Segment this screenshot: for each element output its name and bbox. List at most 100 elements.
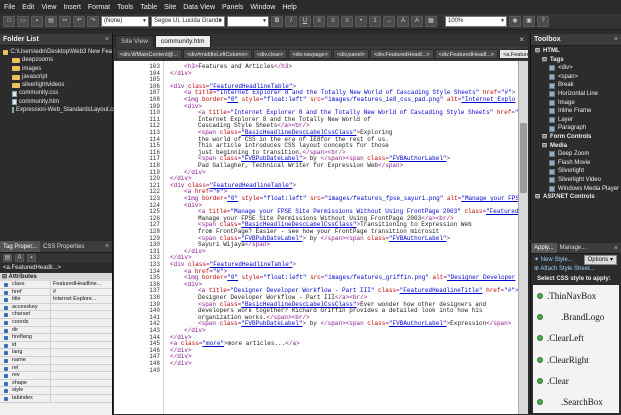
toolbox-item[interactable]: Paragraph bbox=[531, 124, 621, 133]
breadcrumb-item[interactable]: <div.WMainContent@... bbox=[116, 49, 182, 59]
breadcrumb-item[interactable]: <div#middleLeftColumn> bbox=[182, 49, 252, 59]
tab-manage-styles[interactable]: Manage... bbox=[557, 243, 590, 253]
property-row[interactable]: rel bbox=[0, 364, 112, 373]
close-icon[interactable]: × bbox=[614, 243, 618, 253]
align-right-icon[interactable]: ≡ bbox=[341, 16, 353, 27]
toolbox-item[interactable]: Silverlight bbox=[531, 167, 621, 176]
property-value[interactable]: # bbox=[50, 288, 112, 296]
new-icon[interactable]: □ bbox=[3, 16, 15, 27]
property-value[interactable] bbox=[50, 349, 112, 356]
toolbox-item[interactable]: Break bbox=[531, 81, 621, 90]
breadcrumb-item[interactable]: <div.panel> bbox=[332, 49, 369, 59]
bullets-icon[interactable]: • bbox=[355, 16, 367, 27]
folder-item[interactable]: images bbox=[3, 65, 112, 73]
menu-item-help[interactable]: Help bbox=[282, 4, 296, 11]
categorized-icon[interactable]: ▤ bbox=[3, 254, 12, 262]
menu-item-file[interactable]: File bbox=[4, 4, 15, 11]
property-value[interactable] bbox=[50, 318, 112, 326]
alphabetical-icon[interactable]: A bbox=[15, 254, 24, 262]
toolbox-item[interactable]: <span> bbox=[531, 73, 621, 82]
property-row[interactable]: shape bbox=[0, 379, 112, 388]
breadcrumb-item[interactable]: <div.navpage> bbox=[288, 49, 332, 59]
menu-item-panels[interactable]: Panels bbox=[222, 4, 243, 11]
property-row[interactable]: style bbox=[0, 387, 112, 395]
toolbox-item[interactable]: Silverlight Video bbox=[531, 176, 621, 185]
code-view[interactable]: 103 104 105 106 107 108 109 110 111 112 113 114 115 1… bbox=[114, 61, 518, 414]
property-row[interactable]: dir bbox=[0, 326, 112, 335]
property-row[interactable]: class FeaturedHeadline... bbox=[0, 281, 112, 289]
property-value[interactable] bbox=[50, 364, 112, 372]
toolbox-item[interactable]: ⊟ Tags bbox=[531, 56, 621, 65]
toolbox-item[interactable]: ⊟ Form Controls bbox=[531, 133, 621, 142]
style-item[interactable]: .Clear bbox=[533, 370, 619, 391]
property-value[interactable] bbox=[50, 379, 112, 387]
property-value[interactable] bbox=[50, 341, 112, 349]
tab-community-htm[interactable]: community.htm bbox=[154, 35, 211, 47]
toolbox-item[interactable]: Inline Frame bbox=[531, 107, 621, 116]
property-value[interactable] bbox=[50, 394, 112, 402]
cut-icon[interactable]: ✂ bbox=[59, 16, 71, 27]
font-combo[interactable]: Segoe UI, Lucida Grande ▼ bbox=[151, 16, 225, 27]
table-icon[interactable]: ▦ bbox=[425, 16, 437, 27]
folder-item[interactable]: community.css bbox=[3, 89, 112, 97]
breadcrumb-item[interactable]: <div.FeaturedHeadl...> bbox=[369, 49, 434, 59]
menu-item-window[interactable]: Window bbox=[250, 4, 275, 11]
menu-item-data-view[interactable]: Data View bbox=[183, 4, 215, 11]
new-style-link[interactable]: ✦ New Style... bbox=[534, 256, 573, 263]
toolbox-item[interactable]: Image bbox=[531, 99, 621, 108]
print-icon[interactable]: ▤ bbox=[45, 16, 57, 27]
size-combo[interactable]: ▼ bbox=[227, 16, 269, 27]
menu-item-edit[interactable]: Edit bbox=[22, 4, 34, 11]
property-row[interactable]: tabindex bbox=[0, 394, 112, 403]
property-row[interactable]: title Internet Explore... bbox=[0, 296, 112, 304]
property-value[interactable] bbox=[50, 311, 112, 318]
menu-item-tools[interactable]: Tools bbox=[117, 4, 133, 11]
property-row[interactable]: charset bbox=[0, 311, 112, 319]
vertical-scrollbar[interactable] bbox=[518, 61, 528, 414]
breadcrumb-item[interactable]: <div.FeaturedHeadl...> bbox=[434, 49, 499, 59]
property-value[interactable] bbox=[50, 356, 112, 364]
property-row[interactable]: hreflang bbox=[0, 334, 112, 342]
property-row[interactable]: accesskey bbox=[0, 303, 112, 312]
toolbox-item[interactable]: Deep Zoom bbox=[531, 150, 621, 159]
bold-icon[interactable]: B bbox=[271, 16, 283, 27]
style-item[interactable]: .ClearLeft bbox=[533, 328, 619, 349]
align-center-icon[interactable]: ≡ bbox=[327, 16, 339, 27]
folder-root[interactable]: C:\Users\edn\Desktop\Web3 New Fea bbox=[3, 48, 112, 56]
layer-icon[interactable]: ▣ bbox=[523, 16, 535, 27]
property-row[interactable]: name bbox=[0, 356, 112, 365]
breadcrumb-item[interactable]: <div.clear> bbox=[252, 49, 288, 59]
highlight-icon[interactable]: A bbox=[397, 16, 409, 27]
property-value[interactable] bbox=[50, 326, 112, 334]
toolbox-item[interactable]: Windows Media Player bbox=[531, 185, 621, 194]
property-row[interactable]: lang bbox=[0, 349, 112, 357]
toolbox-item[interactable]: ⊟ ASP.NET Controls bbox=[531, 193, 621, 202]
attach-style-sheet-link[interactable]: ⊕ Attach Style Sheet... bbox=[531, 265, 621, 274]
folder-item[interactable]: javascript bbox=[3, 73, 112, 81]
folder-item[interactable]: deepzooms bbox=[3, 56, 112, 64]
menu-item-table[interactable]: Table bbox=[140, 4, 157, 11]
preview-icon[interactable]: ◉ bbox=[509, 16, 521, 27]
folder-item[interactable]: Expression-Web_StandardsLayout.css bbox=[3, 106, 119, 114]
property-value[interactable] bbox=[50, 303, 112, 311]
undo-icon[interactable]: ↶ bbox=[73, 16, 85, 27]
close-icon[interactable]: × bbox=[519, 35, 524, 44]
tab-css-properties[interactable]: CSS Properties bbox=[40, 241, 87, 252]
style-item[interactable]: .ThinNavBox bbox=[533, 285, 619, 306]
font-color-icon[interactable]: A bbox=[411, 16, 423, 27]
property-row[interactable]: href # bbox=[0, 288, 112, 297]
menu-item-site[interactable]: Site bbox=[164, 4, 176, 11]
property-value[interactable]: Internet Explore... bbox=[50, 296, 112, 303]
open-icon[interactable]: ▭ bbox=[17, 16, 29, 27]
show-set-icon[interactable]: ▪ bbox=[27, 254, 36, 262]
italic-icon[interactable]: I bbox=[285, 16, 297, 27]
tab-site-view[interactable]: Site View bbox=[115, 35, 154, 47]
toolbox-item[interactable]: <div> bbox=[531, 64, 621, 73]
property-value[interactable]: FeaturedHeadline... bbox=[50, 281, 112, 288]
style-combo[interactable]: (None) ▼ bbox=[101, 16, 149, 27]
menu-item-format[interactable]: Format bbox=[88, 4, 110, 11]
align-left-icon[interactable]: ≡ bbox=[313, 16, 325, 27]
help-icon[interactable]: ? bbox=[537, 16, 549, 27]
property-row[interactable]: rev bbox=[0, 372, 112, 380]
options-button[interactable]: Options ▾ bbox=[583, 254, 617, 265]
